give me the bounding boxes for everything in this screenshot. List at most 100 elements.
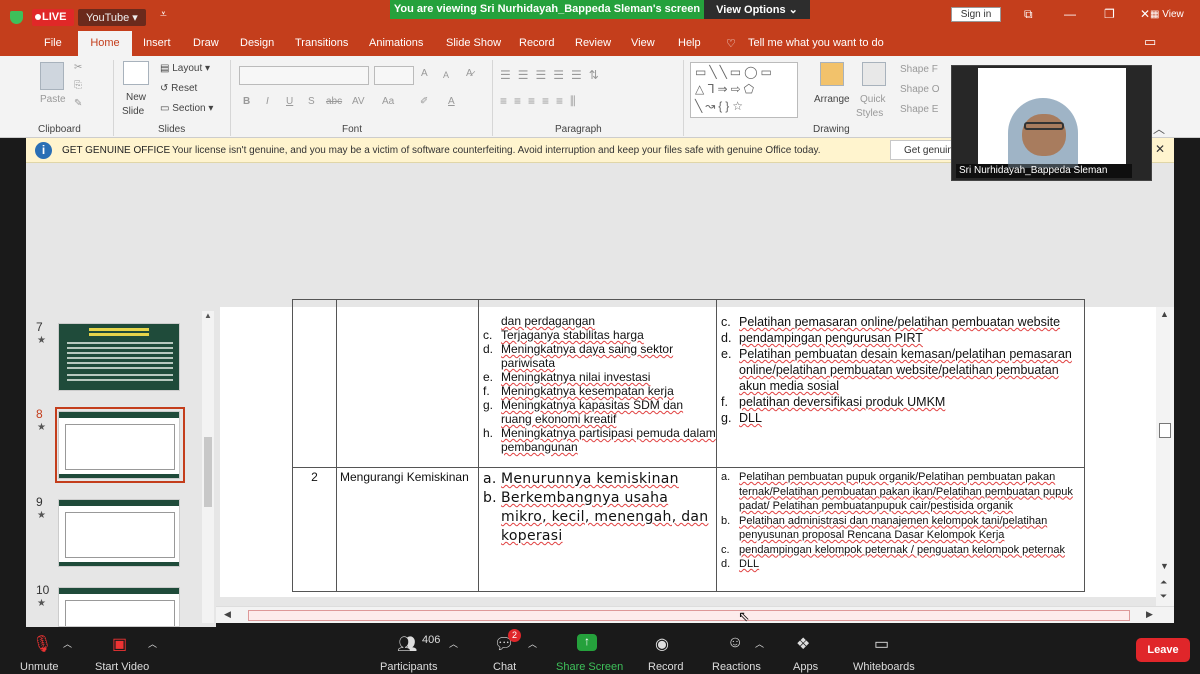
tab-transitions[interactable]: Transitions [295,37,348,49]
next-slide-icon[interactable]: ⏷ [1160,591,1167,602]
unmute-button[interactable]: Unmute [20,661,59,673]
list-text: pendampingan pengurusan PIRT [739,331,923,345]
slide-thumbnail-10[interactable] [58,587,180,627]
tab-insert[interactable]: Insert [143,37,171,49]
change-case-button[interactable]: Aa [382,96,394,107]
shape-fill-button[interactable]: Shape F [900,64,938,75]
arrange-icon[interactable] [820,62,844,86]
tab-record[interactable]: Record [519,37,554,49]
paste-icon[interactable] [40,62,64,90]
live-badge[interactable]: LIVE [32,9,74,26]
scroll-up-icon[interactable]: ▲ [204,311,212,320]
participants-icon[interactable]: 👥︎ [397,634,417,654]
underline-button[interactable]: U [286,96,293,107]
reset-button[interactable]: ↺ Reset [160,83,197,94]
collapse-ribbon-icon[interactable]: ︿ [1153,120,1165,137]
scroll-down-icon[interactable]: ▼ [1160,561,1169,571]
slide-vertical-scrollbar[interactable]: ▲ ▼ ⏶ ⏷ [1156,307,1174,607]
format-painter-icon[interactable]: ✎ [74,98,82,109]
chevron-up-icon[interactable]: ︿ [63,637,72,650]
tab-view[interactable]: View [631,37,655,49]
reactions-button[interactable]: Reactions [712,661,761,673]
shadow-button[interactable]: S [308,96,315,107]
chevron-up-icon[interactable]: ︿ [755,637,764,650]
list-item: g. DLL [719,410,1084,426]
comments-icon[interactable]: ▭ [1144,34,1156,50]
increase-font-icon[interactable]: A [421,68,428,79]
font-color-icon[interactable]: A [448,96,455,107]
align-icons[interactable]: ≡≡≡≡≡⫼ [500,94,583,109]
previous-slide-icon[interactable]: ⏶ [1160,577,1167,588]
apps-button[interactable]: Apps [793,661,818,673]
slide-thumbnail-7[interactable] [58,323,180,391]
italic-button[interactable]: I [266,96,269,107]
chat-button[interactable]: Chat [493,661,516,673]
chevron-up-icon[interactable]: ︿ [148,637,157,650]
view-options-button[interactable]: View Options ⌄ [704,0,810,19]
list-icons[interactable]: ☰☰☰☰☰⇅ [500,68,606,82]
slide-thumbnail-8[interactable] [58,411,180,479]
copy-icon[interactable]: ⎘ [74,80,82,91]
video-off-icon[interactable]: ▣ [112,634,127,654]
font-size-select[interactable] [374,66,414,85]
participants-button[interactable]: Participants [380,661,437,673]
scroll-up-icon[interactable]: ▲ [1160,309,1169,319]
reactions-icon[interactable]: ☺ [727,634,743,652]
layout-button[interactable]: ▤ Layout ▾ [160,63,210,74]
minimize-icon[interactable]: — [1064,7,1076,21]
tab-home[interactable]: Home [78,31,132,56]
scroll-track[interactable] [248,610,1130,621]
tell-me-search[interactable]: Tell me what you want to do [748,37,884,49]
scroll-thumb[interactable] [1159,423,1171,438]
restore-icon[interactable]: ❐ [1104,7,1115,21]
zoom-view-button[interactable]: ▦ View [1150,9,1184,20]
shape-outline-button[interactable]: Shape O [900,84,939,95]
leave-button[interactable]: Leave [1136,638,1190,662]
share-screen-icon[interactable]: ↑ [577,634,597,651]
record-button[interactable]: Record [648,661,683,673]
start-video-button[interactable]: Start Video [95,661,149,673]
tab-draw[interactable]: Draw [193,37,219,49]
tab-slide-show[interactable]: Slide Show [446,37,501,49]
char-spacing-button[interactable]: AV [352,96,365,107]
chevron-up-icon[interactable]: ︿ [449,637,458,650]
scroll-left-icon[interactable]: ◀ [224,609,231,620]
strikethrough-button[interactable]: abc [326,96,342,107]
muted-mic-icon[interactable]: 🎙︎ [32,634,52,654]
tab-help[interactable]: Help [678,37,701,49]
slide-thumbnail-9[interactable] [58,499,180,567]
bold-button[interactable]: B [243,96,250,107]
thumbnail-scrollbar[interactable]: ▲ [202,311,214,623]
whiteboard-icon[interactable]: ▭ [874,634,889,654]
section-button[interactable]: ▭ Section ▾ [160,103,213,114]
chevron-up-icon[interactable]: ︿ [528,637,537,650]
slide-canvas[interactable]: dan perdagangan c. Terjaganya stabilitas h… [220,299,1156,597]
whiteboards-button[interactable]: Whiteboards [853,661,915,673]
close-icon[interactable]: ✕ [1140,7,1150,21]
record-icon[interactable]: ◉ [655,634,669,654]
close-icon[interactable]: ✕ [1155,142,1165,156]
highlight-icon[interactable]: ✐ [420,96,428,107]
shapes-gallery[interactable]: ▭╲╲▭◯▭ △ᒣ⇒⇨⬠ ╲↝{}☆ [690,62,798,118]
ribbon-display-icon[interactable]: ⧉ [1024,7,1033,22]
new-slide-icon[interactable] [123,61,149,85]
webcam-tile[interactable]: Sri Nurhidayah_Bappeda Sleman [951,65,1152,181]
quick-styles-icon[interactable] [862,62,886,86]
tab-file[interactable]: File [44,37,62,49]
share-screen-button[interactable]: Share Screen [556,661,623,673]
shape-effects-button[interactable]: Shape E [900,104,938,115]
youtube-stream-dropdown[interactable]: YouTube ▾ [78,9,146,26]
tab-review[interactable]: Review [575,37,611,49]
scroll-thumb[interactable] [204,437,212,507]
horizontal-scrollbar[interactable]: ◀ ▶ [216,606,1174,623]
decrease-font-icon[interactable]: A [443,70,449,80]
apps-icon[interactable]: ❖ [796,634,810,654]
tab-design[interactable]: Design [240,37,274,49]
customize-qat-icon[interactable]: ⩡ [160,7,167,22]
font-name-select[interactable] [239,66,369,85]
cut-icon[interactable]: ✂ [74,62,82,73]
sign-in-button[interactable]: Sign in [951,7,1001,22]
scroll-right-icon[interactable]: ▶ [1146,609,1153,620]
clear-format-icon[interactable]: A̷ [466,68,473,79]
tab-animations[interactable]: Animations [369,37,423,49]
